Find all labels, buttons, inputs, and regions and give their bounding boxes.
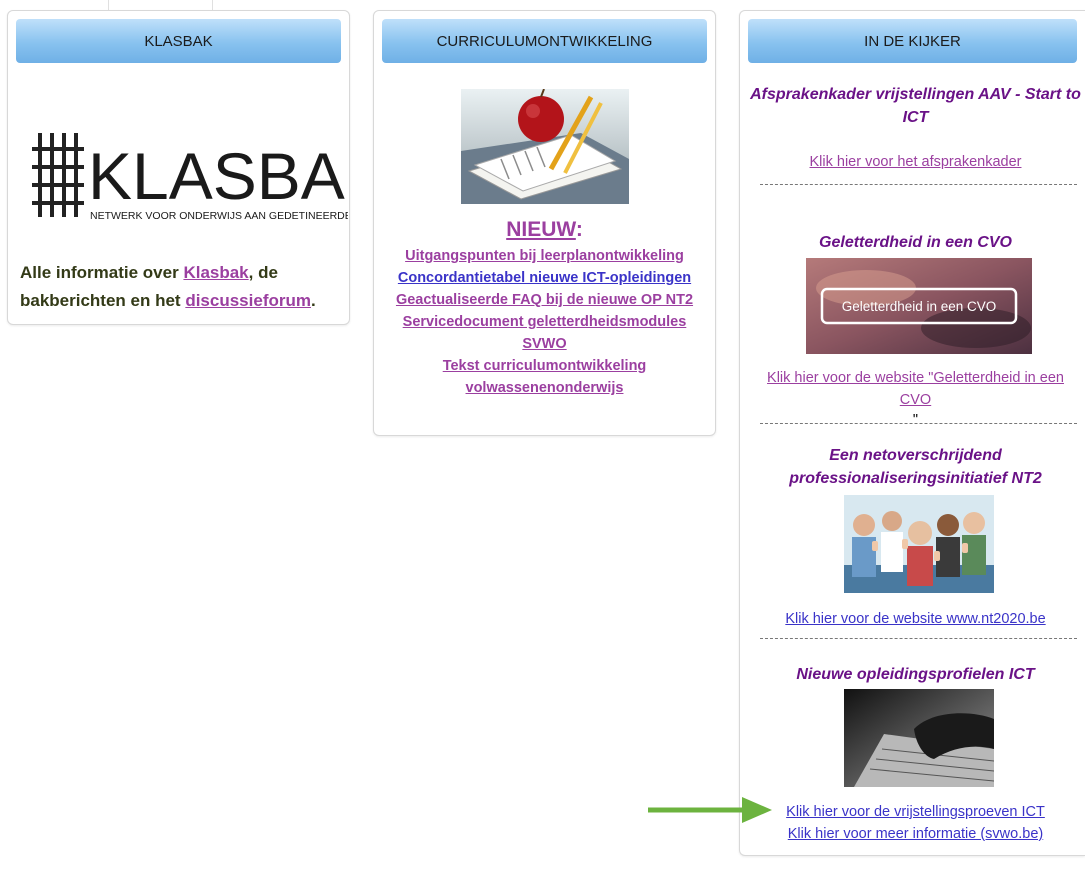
kijker-item-nt2-link: Klik hier voor de website www.nt2020.be xyxy=(750,608,1081,630)
link-faq-op-nt2[interactable]: Geactualiseerde FAQ bij de nieuwe OP NT2 xyxy=(382,289,707,311)
nieuw-colon: : xyxy=(575,218,583,241)
afsprakenkader-link[interactable]: Klik hier voor het afsprakenkader xyxy=(750,151,1081,173)
panel-header-curriculum: CURRICULUMONTWIKKELING xyxy=(382,19,707,63)
description-text: . xyxy=(310,291,316,310)
top-navigation xyxy=(0,0,1085,14)
klasbak-description: Alle informatie over Klasbak, de bakberi… xyxy=(20,259,345,315)
item-title: Nieuwe opleidingsprofielen ICT xyxy=(796,666,1035,683)
klasbak-logo[interactable]: KLASBAK NETWERK VOOR ONDERWIJS AAN GEDET… xyxy=(32,129,348,227)
link-suffix: " xyxy=(912,412,919,428)
kijker-item-nt2: Een netoverschrijdend professionaliserin… xyxy=(750,444,1081,490)
kijker-item-afsprakenkader: Afsprakenkader vrijstellingen AAV - Star… xyxy=(750,83,1081,129)
divider xyxy=(760,423,1077,424)
item-title: Een netoverschrijdend professionaliserin… xyxy=(789,447,1042,487)
panel-header-kijker: IN DE KIJKER xyxy=(748,19,1077,63)
nieuw-label: NIEUW xyxy=(506,218,576,241)
curriculum-links: Uitgangspunten bij leerplanontwikkeling … xyxy=(382,245,707,399)
kijker-item-geletterdheid-link: Klik hier voor de website "Geletterdheid… xyxy=(750,367,1081,429)
klasbak-panel: KLASBAK KLASBAK NETWERK VOOR ONDERWIJS A… xyxy=(7,10,350,325)
discussieforum-link[interactable]: discussieforum xyxy=(185,291,311,310)
logo-subtitle: NETWERK VOOR ONDERWIJS AAN GEDETINEERDEN xyxy=(90,210,348,222)
students-thumbs-up-image xyxy=(844,495,994,593)
geletterdheid-link[interactable]: Klik hier voor de website "Geletterdheid… xyxy=(750,367,1081,411)
divider xyxy=(760,638,1077,639)
link-servicedocument[interactable]: Servicedocument geletterdheidsmodules SV… xyxy=(382,311,707,355)
banner-text: Geletterdheid in een CVO xyxy=(842,299,997,314)
in-de-kijker-panel: IN DE KIJKER Afsprakenkader vrijstelling… xyxy=(739,10,1085,856)
description-text: Alle informatie over xyxy=(20,263,184,282)
kijker-item-afsprakenkader-link: Klik hier voor het afsprakenkader xyxy=(750,151,1081,173)
link-uitgangspunten[interactable]: Uitgangspunten bij leerplanontwikkeling xyxy=(382,245,707,267)
geletterdheid-banner-image[interactable]: Geletterdheid in een CVO xyxy=(806,258,1032,354)
link-concordantietabel[interactable]: Concordantietabel nieuwe ICT-opleidingen xyxy=(382,267,707,289)
nieuw-heading: NIEUW: xyxy=(374,218,715,242)
link-text: Klik hier voor de website "Geletterdheid… xyxy=(767,370,1064,386)
link-text: CVO xyxy=(899,392,932,408)
panel-header-klasbak: KLASBAK xyxy=(16,19,341,63)
nt2020-link[interactable]: Klik hier voor de website www.nt2020.be xyxy=(750,608,1081,630)
divider xyxy=(760,184,1077,185)
kijker-item-ict: Nieuwe opleidingsprofielen ICT xyxy=(750,663,1081,686)
vrijstellingsproeven-link[interactable]: Klik hier voor de vrijstellingsproeven I… xyxy=(750,801,1081,823)
link-tekst-curriculum[interactable]: Tekst curriculumontwikkeling volwassenen… xyxy=(382,355,707,399)
logo-wordmark: KLASBAK xyxy=(88,139,348,213)
kijker-item-geletterdheid: Geletterdheid in een CVO xyxy=(750,231,1081,254)
svwo-info-link[interactable]: Klik hier voor meer informatie (svwo.be) xyxy=(750,823,1081,845)
kijker-item-ict-links: Klik hier voor de vrijstellingsproeven I… xyxy=(750,801,1081,845)
curriculum-panel: CURRICULUMONTWIKKELING NIEUW: Uitgangspu… xyxy=(373,10,716,436)
apple-notebook-image xyxy=(461,89,629,204)
laptop-typing-image xyxy=(844,689,994,787)
klasbak-link[interactable]: Klasbak xyxy=(183,263,248,282)
green-arrow-icon xyxy=(648,797,772,823)
item-title: Afsprakenkader vrijstellingen AAV - Star… xyxy=(750,86,1081,126)
item-title: Geletterdheid in een CVO xyxy=(819,234,1012,251)
